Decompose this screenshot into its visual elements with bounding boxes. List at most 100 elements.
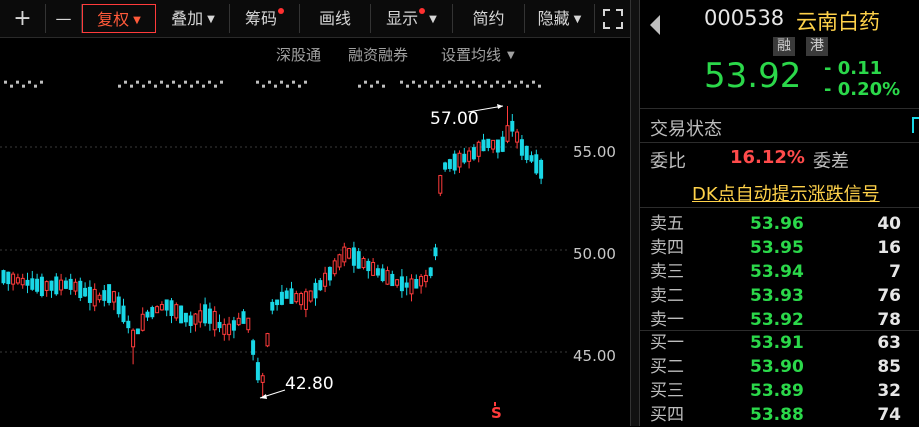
bid-row[interactable]: 买三 53.89 32: [640, 379, 919, 403]
candle-body: [145, 311, 150, 318]
candle-body: [68, 278, 73, 290]
notification-dot-icon: [419, 8, 426, 14]
candle-body: [404, 282, 409, 288]
stock-code: 000538: [704, 6, 785, 30]
ask-price: 53.94: [750, 262, 804, 282]
hide-button[interactable]: 隐藏 ▼: [525, 4, 595, 33]
chips-label: 筹码: [244, 9, 277, 28]
candle-body: [289, 288, 294, 304]
bid-volume: 85: [877, 357, 901, 377]
candle-body: [54, 276, 59, 295]
candle-body: [423, 274, 428, 283]
panel-divider[interactable]: [630, 0, 640, 426]
simple-button[interactable]: 简约: [453, 4, 525, 33]
candle-body: [217, 321, 222, 329]
candle-body: [207, 308, 212, 324]
candle-body: [390, 273, 395, 287]
candle-body: [428, 267, 433, 277]
event-marker-icon: [16, 80, 19, 84]
candle-body: [462, 153, 467, 163]
event-marker-icon: [460, 80, 463, 84]
candle-body: [131, 329, 136, 348]
candle-body: [299, 293, 304, 306]
stock-name: 云南白药: [796, 10, 880, 34]
candle-body: [107, 284, 112, 303]
event-marker-icon: [370, 84, 373, 88]
quote-panel: 000538 云南白药 融 港 53.92 - 0.11 - 0.20% 交易状…: [640, 0, 919, 426]
zoom-in-button[interactable]: +: [0, 4, 46, 33]
event-marker-icon: [274, 84, 277, 88]
candle-body: [116, 296, 121, 315]
price-tick-45: 45.00: [573, 347, 616, 365]
overlay-label: 叠加: [171, 9, 204, 28]
candle-body: [467, 150, 472, 162]
chart-toolbar: + — 复权 ▼ 叠加 ▼ 筹码 画线 显示 ▼ 简约 隐藏 ▼: [0, 0, 630, 38]
candle-body: [44, 281, 49, 291]
candle-body: [327, 266, 332, 281]
collapse-left-icon[interactable]: [648, 14, 662, 36]
candle-body: [351, 247, 356, 266]
display-label: 显示: [386, 9, 419, 28]
candle-body: [539, 159, 544, 179]
bid-row[interactable]: 买二 53.90 85: [640, 355, 919, 379]
ask-row[interactable]: 卖一 53.92 78: [640, 308, 919, 332]
candle-body: [236, 317, 241, 326]
ask-row[interactable]: 卖三 53.94 7: [640, 260, 919, 284]
bid-level-label: 买四: [650, 405, 684, 425]
bid-row[interactable]: 买一 53.91 63: [640, 331, 919, 355]
event-marker-icon: [208, 80, 211, 84]
event-marker-icon: [4, 80, 7, 84]
candle-body: [227, 323, 232, 336]
event-marker-icon: [172, 80, 175, 84]
bid-volume: 74: [877, 405, 901, 425]
expand-button[interactable]: [595, 4, 630, 33]
chips-button[interactable]: 筹码: [230, 4, 300, 33]
bid-level-label: 买一: [650, 333, 684, 353]
kline-chart[interactable]: 55.00 50.00 45.00 57.00 42.80 S: [0, 38, 630, 426]
bid-price: 53.88: [750, 405, 804, 425]
margin-badge: 融: [773, 37, 795, 56]
event-marker-icon: [472, 80, 475, 84]
event-marker-icon: [484, 80, 487, 84]
event-marker-icon: [442, 84, 445, 88]
ask-volume: 76: [877, 286, 901, 306]
candle-body: [150, 307, 155, 318]
trade-status-label: 交易状态: [650, 119, 722, 140]
candle-body: [380, 268, 385, 282]
ask-row[interactable]: 卖四 53.95 16: [640, 236, 919, 260]
fuquan-button[interactable]: 复权 ▼: [82, 4, 156, 33]
price-tick-55: 55.00: [573, 143, 616, 161]
draw-line-button[interactable]: 画线: [300, 4, 371, 33]
overlay-button[interactable]: 叠加 ▼: [157, 4, 230, 33]
ask-row[interactable]: 卖二 53.93 76: [640, 284, 919, 308]
info-icon[interactable]: [912, 117, 919, 133]
candle-body: [356, 251, 361, 269]
event-marker-icon: [448, 80, 451, 84]
candle-body: [212, 310, 217, 331]
ask-row[interactable]: 卖五 53.96 40: [640, 212, 919, 236]
candle-body: [188, 315, 193, 326]
event-marker-icon: [514, 84, 517, 88]
candle-body: [97, 294, 102, 301]
candle-body: [15, 277, 20, 284]
weibi-label: 委比: [650, 151, 686, 172]
hk-connect-badge: 港: [806, 37, 828, 56]
sell-signal-marker[interactable]: S: [491, 404, 502, 422]
event-marker-icon: [262, 84, 265, 88]
event-marker-icon: [256, 80, 259, 84]
candle-body: [323, 272, 328, 287]
bid-row[interactable]: 买四 53.88 74: [640, 403, 919, 427]
display-button[interactable]: 显示 ▼: [371, 4, 453, 33]
zoom-out-button[interactable]: —: [46, 4, 82, 33]
candle-body: [457, 152, 462, 168]
candle-body: [366, 260, 371, 272]
event-marker-icon: [532, 80, 535, 84]
ask-volume: 40: [877, 214, 901, 234]
candle-body: [135, 328, 140, 335]
candle-body: [318, 280, 323, 291]
dk-signal-link[interactable]: DK点自动提示涨跌信号: [692, 180, 880, 206]
divider: [640, 207, 919, 208]
event-marker-icon: [124, 80, 127, 84]
event-marker-icon: [178, 84, 181, 88]
ask-level-label: 卖一: [650, 310, 684, 330]
